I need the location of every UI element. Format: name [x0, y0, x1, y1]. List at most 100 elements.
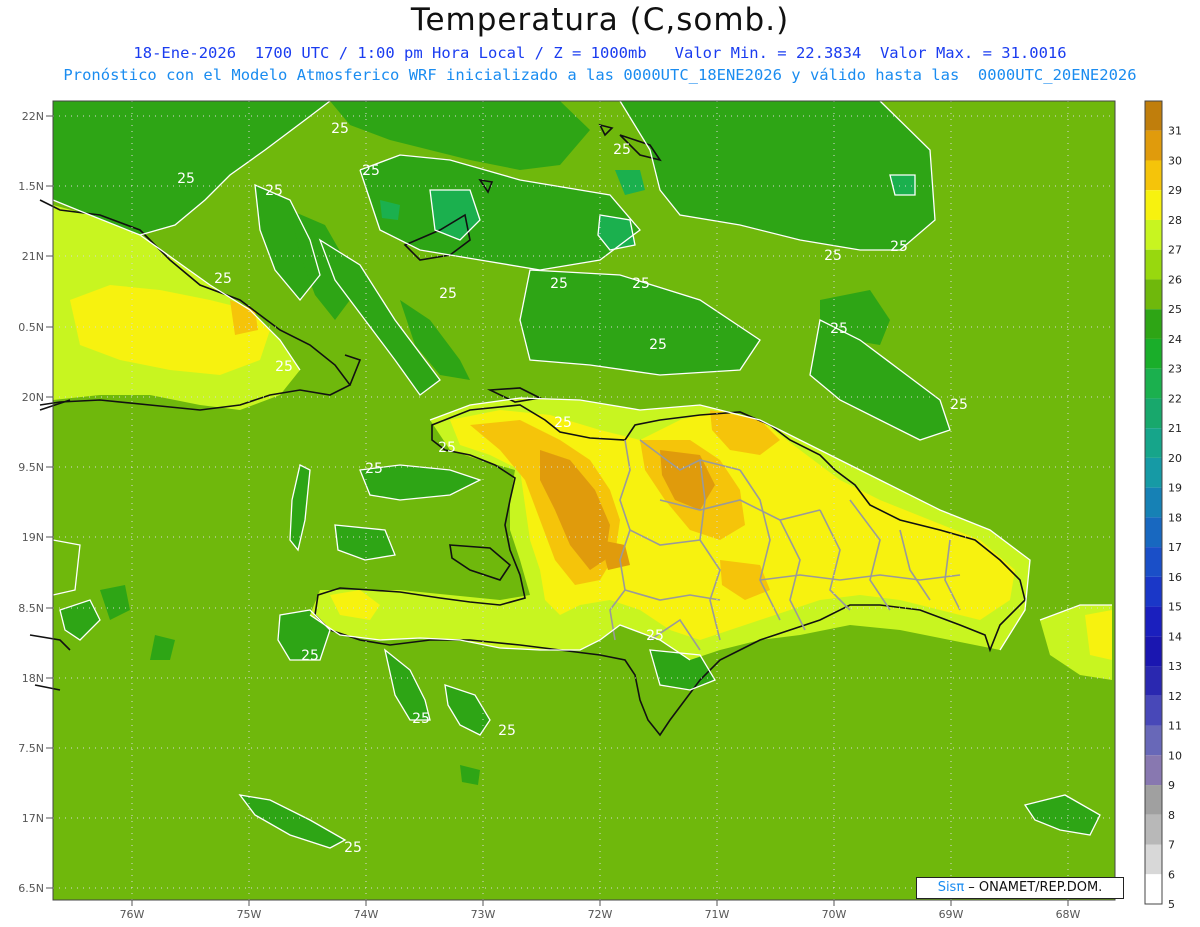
colorbar-swatch: [1145, 606, 1162, 637]
colorbar: 31 30 29 28 27 26 25 24 23 22 21 20 19 18 17 16 15 14 13 12…: [1144, 100, 1182, 911]
colorbar-label: 31: [1168, 125, 1182, 138]
contour-label: 25: [830, 321, 848, 337]
credit-brand: Sisπ: [937, 880, 965, 895]
colorbar-label: 6: [1168, 868, 1175, 881]
contour-label: 25: [265, 183, 283, 199]
colorbar-swatch: [1145, 517, 1162, 548]
colorbar-label: 21: [1168, 422, 1182, 435]
lat-tick-label: 21N: [22, 250, 44, 263]
contour-label: 25: [890, 239, 908, 255]
colorbar-label: 11: [1168, 720, 1182, 733]
lat-tick-label: 19N: [22, 531, 44, 544]
contour-label: 25: [950, 397, 968, 413]
colorbar-label: 18: [1168, 511, 1182, 524]
lat-tick-label: 1.5N: [18, 180, 44, 193]
contour-label: 25: [554, 415, 572, 431]
colorbar-label: 30: [1168, 154, 1182, 167]
colorbar-swatch: [1145, 160, 1162, 191]
colorbar-label: 15: [1168, 601, 1182, 614]
chart-title: Temperatura (C,somb.): [410, 2, 790, 38]
colorbar-swatch: [1145, 279, 1162, 310]
lon-tick-label: 72W: [588, 908, 613, 921]
contour-label: 25: [362, 163, 380, 179]
colorbar-swatch: [1145, 398, 1162, 429]
lon-tick-label: 71W: [705, 908, 730, 921]
contour-label: 25: [214, 271, 232, 287]
colorbar-swatch: [1145, 547, 1162, 577]
colorbar-swatch: [1145, 428, 1162, 458]
lon-axis: 76W 75W 74W 73W 72W 71W 70W 69W 68W: [120, 908, 1081, 921]
contour-label: 25: [301, 648, 319, 664]
colorbar-swatch: [1145, 844, 1162, 875]
lon-tick-label: 68W: [1056, 908, 1081, 921]
lat-tick-label: 7.5N: [18, 742, 44, 755]
lat-tick-label: 6.5N: [18, 882, 44, 895]
contour-label: 25: [344, 840, 362, 856]
colorbar-swatch: [1145, 457, 1162, 488]
contour-label: 25: [498, 723, 516, 739]
contour-label: 25: [177, 171, 195, 187]
colorbar-label: 25: [1168, 303, 1182, 316]
lon-tick-label: 75W: [237, 908, 262, 921]
lon-tick-label: 76W: [120, 908, 145, 921]
subtitle-model-info: Pronóstico con el Modelo Atmosferico WRF…: [63, 66, 1137, 84]
colorbar-swatch: [1145, 368, 1162, 399]
lat-tick-label: 17N: [22, 812, 44, 825]
lon-tick-label: 73W: [471, 908, 496, 921]
lon-tick-label: 70W: [822, 908, 847, 921]
colorbar-label: 7: [1168, 839, 1175, 852]
colorbar-swatch: [1145, 101, 1162, 131]
contour-label: 25: [632, 276, 650, 292]
lat-tick-label: 18N: [22, 672, 44, 685]
colorbar-label: 16: [1168, 571, 1182, 584]
contour-label: 25: [649, 337, 667, 353]
lat-tick-label: 0.5N: [18, 321, 44, 334]
contour-label: 25: [613, 142, 631, 158]
colorbar-label: 19: [1168, 482, 1182, 495]
colorbar-swatch: [1145, 636, 1162, 667]
contour-label: 25: [550, 276, 568, 292]
lon-tick-label: 74W: [354, 908, 379, 921]
colorbar-label: 13: [1168, 660, 1182, 673]
contour-label: 25: [412, 711, 430, 727]
colorbar-label: 10: [1168, 749, 1182, 762]
colorbar-label: 28: [1168, 214, 1182, 227]
colorbar-label: 26: [1168, 273, 1182, 286]
colorbar-swatch: [1145, 219, 1162, 250]
credit-text: – ONAMET/REP.DOM.: [964, 880, 1103, 895]
colorbar-swatch: [1145, 725, 1162, 756]
colorbar-swatch: [1145, 190, 1162, 220]
lat-tick-label: 8.5N: [18, 602, 44, 615]
colorbar-swatch: [1145, 576, 1162, 607]
temperature-map: 25 25 25 25 25 25 25 25 25 25 25 25 25 2…: [18, 100, 1182, 921]
colorbar-label: 9: [1168, 779, 1175, 792]
colorbar-label: 22: [1168, 392, 1182, 405]
contour-label: 25: [365, 461, 383, 477]
colorbar-swatch: [1145, 338, 1162, 369]
contour-label: 25: [646, 628, 664, 644]
credit-box: Sisπ – ONAMET/REP.DOM.: [916, 877, 1124, 899]
lat-axis: 22N 1.5N 21N 0.5N 20N 9.5N 19N 8.5N 18N …: [18, 110, 44, 895]
lat-tick-label: 20N: [22, 391, 44, 404]
contour-label: 25: [438, 440, 456, 456]
contour-label: 25: [275, 359, 293, 375]
colorbar-swatch: [1145, 309, 1162, 339]
colorbar-label: 14: [1168, 630, 1182, 643]
lon-tick-label: 69W: [939, 908, 964, 921]
contour-label: 25: [439, 286, 457, 302]
colorbar-label: 27: [1168, 244, 1182, 257]
colorbar-label: 12: [1168, 690, 1182, 703]
colorbar-label: 20: [1168, 452, 1182, 465]
colorbar-swatch: [1145, 130, 1162, 161]
lat-tick-label: 9.5N: [18, 461, 44, 474]
colorbar-label: 17: [1168, 541, 1182, 554]
colorbar-swatch: [1145, 814, 1162, 845]
lat-tick-label: 22N: [22, 110, 44, 123]
colorbar-label: 5: [1168, 898, 1175, 911]
colorbar-swatch: [1145, 249, 1162, 280]
contour-label: 25: [331, 121, 349, 137]
colorbar-label: 8: [1168, 809, 1175, 822]
colorbar-swatch: [1145, 755, 1162, 786]
colorbar-swatch: [1145, 695, 1162, 726]
colorbar-swatch: [1145, 785, 1162, 815]
